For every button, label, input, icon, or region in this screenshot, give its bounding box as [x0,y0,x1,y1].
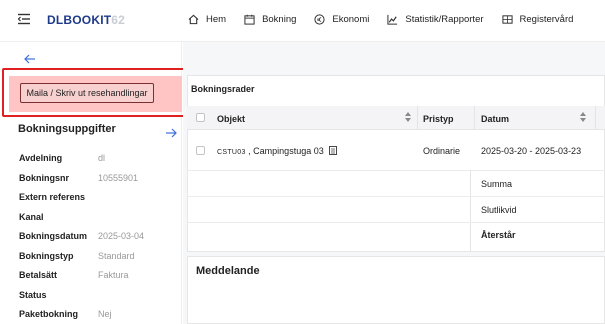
detail-key: Kanal [19,212,44,222]
column-divider [595,106,596,130]
detail-value: 10555901 [98,173,139,183]
nav-label: Bokning [262,14,297,25]
column-divider [470,170,471,251]
sort-icon[interactable] [580,112,586,122]
nav-item-hem[interactable]: Hem [188,14,226,25]
column-divider [474,106,475,130]
main-content: Bokningsrader Objekt Pristyp Datum CSTU0… [183,42,605,324]
select-all-checkbox[interactable] [196,113,205,122]
detail-row-kanal: Kanal [19,212,179,222]
main-nav: Hem Bokning Ekonomi Statistik/Rapporter … [188,14,591,25]
detail-row-betalsatt: Betalsätt Faktura [19,270,179,280]
grid-icon [501,15,513,24]
detail-row-paketbokning: Paketbokning Nej [19,309,179,319]
nav-item-statistik[interactable]: Statistik/Rapporter [387,14,484,25]
object-name: , Campingstuga 03 [248,146,324,156]
chart-icon [387,14,398,25]
detail-row-status: Status [19,290,179,300]
row-datum: 2025-03-20 - 2025-03-23 [481,146,582,156]
nav-label: Hem [206,14,227,25]
home-icon [188,14,199,25]
sort-icon[interactable] [405,112,411,122]
top-bar: DLBOOKIT62 Hem Bokning Ekonomi Statistik… [0,0,605,42]
detail-key: Bokningsnr [19,173,70,183]
detail-key: Bokningstyp [19,251,74,261]
detail-key: Paketbokning [19,309,79,319]
document-icon[interactable] [329,146,338,155]
booking-table-header: Objekt Pristyp Datum [187,106,605,130]
column-divider [417,106,418,130]
row-divider [187,196,605,197]
menu-collapse-icon[interactable] [18,13,30,25]
row-pristyp: Ordinarie [423,146,461,156]
booking-details-title: Bokningsuppgifter [18,123,116,135]
detail-value: Nej [98,309,112,319]
detail-key: Betalsätt [19,270,58,280]
nav-label: Ekonomi [332,14,370,25]
detail-value: Standard [98,251,135,261]
calendar-icon [244,14,255,25]
detail-value: Faktura [98,270,129,280]
row-checkbox[interactable] [196,146,205,155]
logo-brand: DLBOOKIT [47,13,112,27]
nav-label: Registervård [519,14,574,25]
nav-item-bokning[interactable]: Bokning [244,14,296,25]
detail-value: dl [98,153,106,163]
arrow-right-icon[interactable] [165,128,177,138]
nav-label: Statistik/Rapporter [405,14,484,25]
detail-row-bokningstyp: Bokningstyp Standard [19,251,179,261]
detail-row-bokningsnr: Bokningsnr 10555901 [19,173,179,183]
detail-row-avdelning: Avdelning dl [19,153,179,163]
logo-version: 62 [111,13,126,27]
detail-key: Status [19,290,47,300]
detail-row-bokningsdatum: Bokningsdatum 2025-03-04 [19,231,179,241]
detail-value: 2025-03-04 [98,231,145,241]
nav-item-registervard[interactable]: Registervård [501,14,574,25]
message-title: Meddelande [196,265,260,277]
nav-item-ekonomi[interactable]: Ekonomi [314,14,369,25]
detail-key: Avdelning [19,153,63,163]
column-objekt[interactable]: Objekt [217,114,245,124]
row-divider [187,222,605,223]
app-logo[interactable]: DLBOOKIT62 [47,13,125,29]
detail-row-extern-referens: Extern referens [19,192,179,202]
detail-key: Extern referens [19,192,86,202]
booking-rows-title: Bokningsrader [191,84,255,94]
summary-aterstar: Återstår [481,230,516,240]
row-divider [187,170,605,171]
column-pristyp[interactable]: Pristyp [423,114,454,124]
detail-key: Bokningsdatum [19,231,88,241]
column-datum[interactable]: Datum [481,114,509,124]
booking-rows-panel [187,75,605,252]
currency-icon [314,14,325,25]
summary-slutlikvid: Slutlikvid [481,205,517,215]
summary-summa: Summa [481,179,513,189]
mail-print-travel-docs-button[interactable]: Maila / Skriv ut resehandlingar [20,83,154,103]
message-panel: Meddelande [187,256,605,324]
table-row[interactable]: CSTU03 , Campingstuga 03 [217,146,338,156]
object-code: CSTU03 [217,149,246,156]
arrow-left-icon[interactable] [24,54,36,64]
